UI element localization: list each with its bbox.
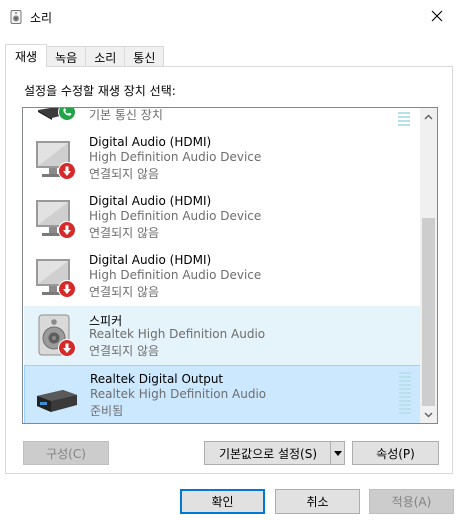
level-meter — [399, 372, 411, 414]
close-icon — [431, 10, 443, 22]
set-default-button[interactable]: 기본값으로 설정(S) — [205, 442, 331, 464]
device-item-default-communication[interactable]: 기본 통신 장치 — [24, 108, 421, 129]
playback-panel: 설정을 수정할 재생 장치 선택: 기본 통신 장치 Digital Audio… — [5, 66, 453, 474]
tab-communications[interactable]: 통신 — [124, 46, 165, 67]
chevron-up-icon — [424, 114, 433, 119]
disconnected-arrow-badge-icon — [58, 339, 76, 357]
device-description: Realtek High Definition Audio — [89, 327, 266, 341]
scroll-thumb[interactable] — [422, 218, 435, 406]
device-status: 연결되지 않음 — [89, 167, 160, 181]
device-status: 연결되지 않음 — [89, 344, 160, 358]
device-item-speaker[interactable]: 스피커 Realtek High Definition Audio 연결되지 않… — [24, 306, 421, 365]
device-list[interactable]: 기본 통신 장치 Digital Audio (HDMI) High Defin… — [22, 107, 438, 424]
window-title: 소리 — [30, 11, 53, 25]
tab-strip: 재생 녹음 소리 통신 — [5, 44, 165, 67]
set-default-split-button[interactable]: 기본값으로 설정(S) — [204, 441, 345, 465]
device-description: High Definition Audio Device — [89, 268, 262, 282]
caret-down-icon — [333, 450, 342, 456]
properties-button[interactable]: 속성(P) — [352, 441, 439, 465]
tab-recording[interactable]: 녹음 — [46, 46, 87, 67]
select-device-prompt: 설정을 수정할 재생 장치 선택: — [24, 84, 176, 98]
speaker-app-icon — [10, 10, 22, 24]
device-status: 기본 통신 장치 — [89, 108, 163, 122]
device-description: High Definition Audio Device — [89, 150, 262, 164]
device-item-realtek-digital-output[interactable]: Realtek Digital Output Realtek High Defi… — [24, 365, 421, 423]
device-status: 연결되지 않음 — [89, 226, 160, 240]
disconnected-arrow-badge-icon — [58, 221, 76, 239]
device-name: Digital Audio (HDMI) — [89, 253, 212, 267]
device-item-hdmi-3[interactable]: Digital Audio (HDMI) High Definition Aud… — [24, 247, 421, 306]
device-name: Digital Audio (HDMI) — [89, 135, 212, 149]
device-description: Realtek High Definition Audio — [90, 387, 267, 401]
device-item-hdmi-2[interactable]: Digital Audio (HDMI) High Definition Aud… — [24, 188, 421, 247]
tab-sounds[interactable]: 소리 — [85, 46, 126, 67]
device-status: 연결되지 않음 — [89, 285, 160, 299]
device-status: 준비됨 — [90, 404, 124, 418]
device-list-scrollbar[interactable] — [420, 108, 437, 423]
device-item-hdmi-1[interactable]: Digital Audio (HDMI) High Definition Aud… — [24, 129, 421, 188]
close-button[interactable] — [414, 0, 460, 32]
ok-button[interactable]: 확인 — [180, 489, 265, 514]
tab-playback[interactable]: 재생 — [5, 44, 48, 67]
device-name: Realtek Digital Output — [90, 372, 224, 386]
disconnected-arrow-badge-icon — [58, 280, 76, 298]
title-bar: 소리 — [0, 0, 460, 32]
set-default-dropdown[interactable] — [330, 442, 344, 464]
apply-button[interactable]: 적용(A) — [369, 489, 454, 514]
scroll-up-button[interactable] — [420, 108, 437, 125]
level-meter — [398, 112, 410, 126]
cancel-button[interactable]: 취소 — [275, 489, 360, 514]
scroll-down-button[interactable] — [420, 406, 437, 423]
chevron-down-icon — [424, 412, 433, 417]
disconnected-arrow-badge-icon — [58, 162, 76, 180]
device-name: Digital Audio (HDMI) — [89, 194, 212, 208]
device-description: High Definition Audio Device — [89, 209, 262, 223]
configure-button[interactable]: 구성(C) — [23, 441, 109, 465]
digital-output-icon — [37, 390, 77, 412]
